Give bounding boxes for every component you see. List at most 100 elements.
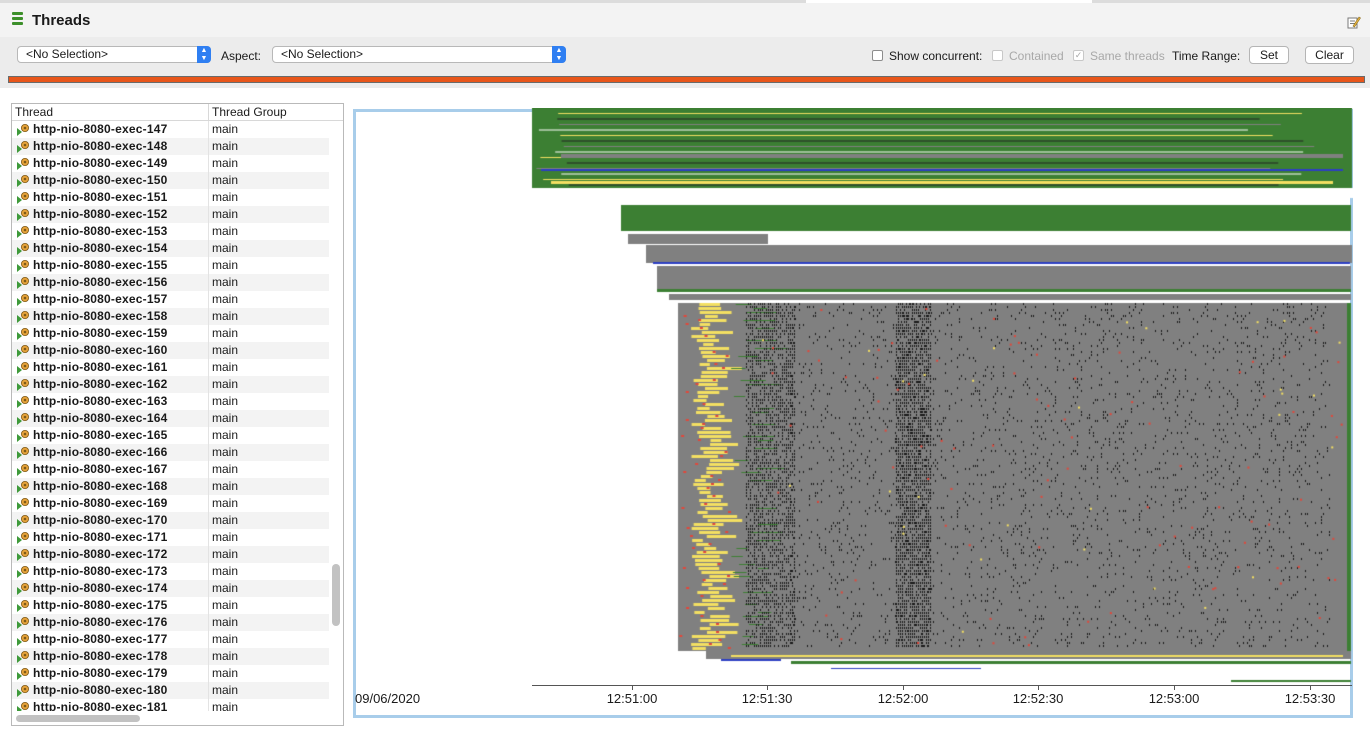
thread-icon [17, 277, 29, 289]
table-row[interactable]: http-nio-8080-exec-147 main [12, 121, 329, 138]
table-row[interactable]: http-nio-8080-exec-180 main [12, 682, 329, 699]
table-row[interactable]: http-nio-8080-exec-162 main [12, 376, 329, 393]
thread-group: main [208, 529, 238, 546]
thread-name: http-nio-8080-exec-155 [33, 258, 168, 272]
thread-group: main [208, 461, 238, 478]
table-row[interactable]: http-nio-8080-exec-166 main [12, 444, 329, 461]
table-header: Thread Thread Group [12, 104, 343, 121]
thread-group: main [208, 427, 238, 444]
table-row[interactable]: http-nio-8080-exec-181 main [12, 699, 329, 711]
table-row[interactable]: http-nio-8080-exec-168 main [12, 478, 329, 495]
table-row[interactable]: http-nio-8080-exec-148 main [12, 138, 329, 155]
thread-icon [17, 226, 29, 238]
thread-name: http-nio-8080-exec-178 [33, 649, 168, 663]
thread-name: http-nio-8080-exec-171 [33, 530, 168, 544]
thread-icon [17, 447, 29, 459]
thread-icon [17, 413, 29, 425]
table-row[interactable]: http-nio-8080-exec-149 main [12, 155, 329, 172]
thread-icon [17, 498, 29, 510]
table-row[interactable]: http-nio-8080-exec-165 main [12, 427, 329, 444]
clear-button[interactable]: Clear [1305, 46, 1354, 64]
table-row[interactable]: http-nio-8080-exec-151 main [12, 189, 329, 206]
thread-name: http-nio-8080-exec-164 [33, 411, 168, 425]
thread-name: http-nio-8080-exec-176 [33, 615, 168, 629]
thread-name: http-nio-8080-exec-173 [33, 564, 168, 578]
table-row[interactable]: http-nio-8080-exec-169 main [12, 495, 329, 512]
thread-group: main [208, 393, 238, 410]
thread-icon [17, 651, 29, 663]
thread-icon [17, 396, 29, 408]
table-row[interactable]: http-nio-8080-exec-170 main [12, 512, 329, 529]
set-button[interactable]: Set [1249, 46, 1289, 64]
table-row[interactable]: http-nio-8080-exec-152 main [12, 206, 329, 223]
table-row[interactable]: http-nio-8080-exec-159 main [12, 325, 329, 342]
axis-tick [903, 685, 904, 690]
thread-group: main [208, 597, 238, 614]
thread-name: http-nio-8080-exec-179 [33, 666, 168, 680]
selection-range-bar[interactable] [8, 76, 1365, 83]
table-row[interactable]: http-nio-8080-exec-160 main [12, 342, 329, 359]
table-row[interactable]: http-nio-8080-exec-155 main [12, 257, 329, 274]
horizontal-scrollbar[interactable] [16, 715, 140, 722]
thread-group: main [208, 172, 238, 189]
thread-group: main [208, 359, 238, 376]
table-row[interactable]: http-nio-8080-exec-167 main [12, 461, 329, 478]
vertical-scrollbar[interactable] [332, 564, 340, 626]
table-row[interactable]: http-nio-8080-exec-164 main [12, 410, 329, 427]
aspect-selector[interactable]: <No Selection> ▲ ▼ [272, 46, 566, 63]
thread-name: http-nio-8080-exec-165 [33, 428, 168, 442]
table-row[interactable]: http-nio-8080-exec-179 main [12, 665, 329, 682]
thread-timeline-chart[interactable] [531, 108, 1353, 688]
thread-selector[interactable]: <No Selection> ▲ ▼ [17, 46, 211, 63]
thread-name: http-nio-8080-exec-160 [33, 343, 168, 357]
axis-tick [1310, 685, 1311, 690]
table-row[interactable]: http-nio-8080-exec-161 main [12, 359, 329, 376]
table-row[interactable]: http-nio-8080-exec-163 main [12, 393, 329, 410]
thread-rows: http-nio-8080-exec-147 main http-nio-8080-… [12, 121, 329, 711]
table-row[interactable]: http-nio-8080-exec-175 main [12, 597, 329, 614]
thread-icon [17, 209, 29, 221]
table-row[interactable]: http-nio-8080-exec-171 main [12, 529, 329, 546]
axis-tick [1174, 685, 1175, 690]
table-row[interactable]: http-nio-8080-exec-173 main [12, 563, 329, 580]
table-row[interactable]: http-nio-8080-exec-158 main [12, 308, 329, 325]
column-header-thread[interactable]: Thread [15, 105, 53, 119]
table-row[interactable]: http-nio-8080-exec-176 main [12, 614, 329, 631]
thread-name: http-nio-8080-exec-153 [33, 224, 168, 238]
thread-icon [17, 600, 29, 612]
table-row[interactable]: http-nio-8080-exec-174 main [12, 580, 329, 597]
contained-checkbox[interactable] [992, 50, 1003, 61]
thread-group: main [208, 155, 238, 172]
table-row[interactable]: http-nio-8080-exec-172 main [12, 546, 329, 563]
axis-tick [632, 685, 633, 690]
thread-name: http-nio-8080-exec-172 [33, 547, 168, 561]
thread-icon [17, 549, 29, 561]
thread-group: main [208, 206, 238, 223]
thread-icon [17, 702, 29, 711]
thread-icon [17, 430, 29, 442]
table-row[interactable]: http-nio-8080-exec-178 main [12, 648, 329, 665]
table-row[interactable]: http-nio-8080-exec-156 main [12, 274, 329, 291]
thread-icon [17, 141, 29, 153]
same-threads-checkbox[interactable]: ✓ [1073, 50, 1084, 61]
thread-group: main [208, 546, 238, 563]
aspect-label: Aspect: [221, 49, 262, 63]
thread-name: http-nio-8080-exec-162 [33, 377, 168, 391]
thread-group: main [208, 240, 238, 257]
show-concurrent-checkbox[interactable] [872, 50, 883, 61]
edit-icon[interactable] [1347, 15, 1361, 29]
axis-tick-label: 12:53:30 [1284, 691, 1336, 706]
table-row[interactable]: http-nio-8080-exec-154 main [12, 240, 329, 257]
column-header-thread-group[interactable]: Thread Group [208, 104, 287, 120]
table-row[interactable]: http-nio-8080-exec-157 main [12, 291, 329, 308]
axis-tick-label: 12:52:00 [877, 691, 929, 706]
thread-name: http-nio-8080-exec-177 [33, 632, 168, 646]
table-row[interactable]: http-nio-8080-exec-177 main [12, 631, 329, 648]
thread-group: main [208, 614, 238, 631]
table-row[interactable]: http-nio-8080-exec-153 main [12, 223, 329, 240]
thread-group: main [208, 682, 238, 699]
table-row[interactable]: http-nio-8080-exec-150 main [12, 172, 329, 189]
thread-selector-value: <No Selection> [26, 47, 109, 61]
thread-icon [17, 464, 29, 476]
thread-name: http-nio-8080-exec-150 [33, 173, 168, 187]
